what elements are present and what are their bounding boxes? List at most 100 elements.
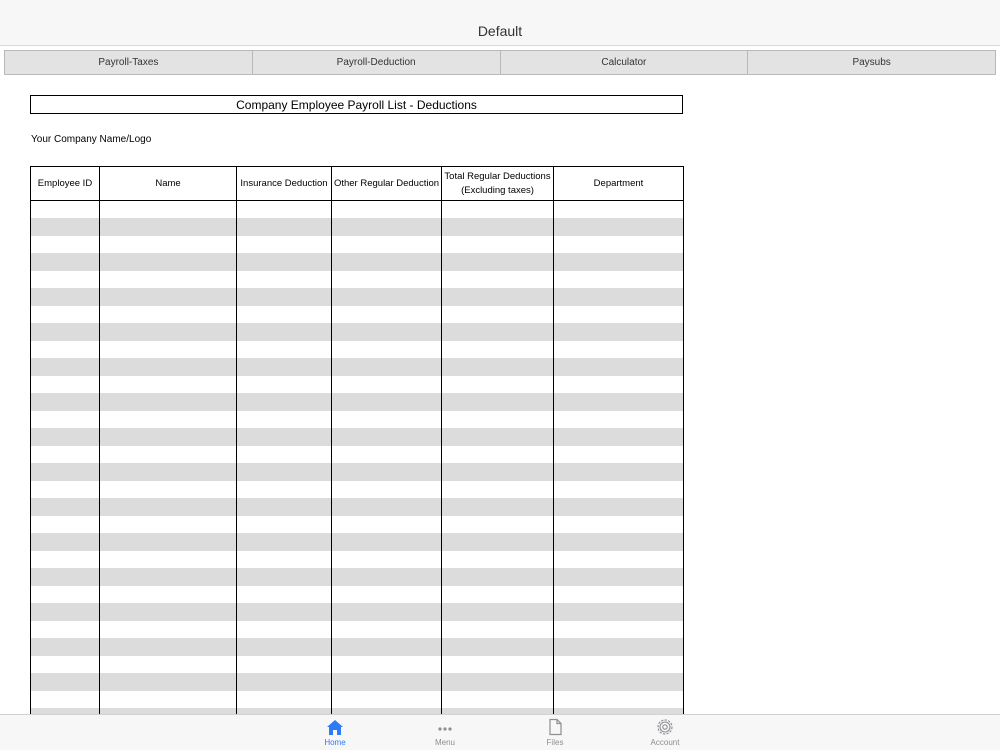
table-cell[interactable] [553,340,684,358]
table-cell[interactable] [331,655,442,673]
table-cell[interactable] [30,375,100,393]
table-cell[interactable] [99,375,237,393]
table-cell[interactable] [30,270,100,288]
table-cell[interactable] [331,428,442,446]
table-cell[interactable] [441,235,554,253]
table-cell[interactable] [553,445,684,463]
table-cell[interactable] [553,218,684,236]
table-cell[interactable] [553,463,684,481]
table-cell[interactable] [236,393,332,411]
table-cell[interactable] [236,235,332,253]
table-cell[interactable] [99,323,237,341]
table-cell[interactable] [441,305,554,323]
table-cell[interactable] [30,585,100,603]
table-cell[interactable] [30,690,100,708]
table-cell[interactable] [236,498,332,516]
table-cell[interactable] [441,655,554,673]
table-cell[interactable] [30,463,100,481]
table-cell[interactable] [331,568,442,586]
table-cell[interactable] [236,445,332,463]
table-cell[interactable] [553,480,684,498]
table-cell[interactable] [441,445,554,463]
table-cell[interactable] [99,218,237,236]
table-cell[interactable] [441,340,554,358]
tab-payroll-taxes[interactable]: Payroll-Taxes [4,50,253,75]
table-cell[interactable] [236,288,332,306]
table-cell[interactable] [553,253,684,271]
table-cell[interactable] [553,568,684,586]
table-cell[interactable] [331,305,442,323]
table-cell[interactable] [441,568,554,586]
column-header-other-regular-deduction[interactable]: Other Regular Deduction [331,166,442,201]
table-cell[interactable] [30,655,100,673]
table-cell[interactable] [99,568,237,586]
table-cell[interactable] [236,218,332,236]
table-cell[interactable] [331,410,442,428]
table-cell[interactable] [30,550,100,568]
table-cell[interactable] [331,270,442,288]
table-cell[interactable] [331,445,442,463]
table-cell[interactable] [331,218,442,236]
company-name-label[interactable]: Your Company Name/Logo [31,134,151,145]
table-cell[interactable] [331,463,442,481]
table-cell[interactable] [30,305,100,323]
table-cell[interactable] [99,585,237,603]
table-cell[interactable] [441,463,554,481]
table-cell[interactable] [553,305,684,323]
table-cell[interactable] [553,200,684,218]
table-cell[interactable] [30,218,100,236]
table-cell[interactable] [441,200,554,218]
table-cell[interactable] [99,200,237,218]
table-cell[interactable] [236,270,332,288]
table-cell[interactable] [441,253,554,271]
table-cell[interactable] [99,463,237,481]
table-cell[interactable] [553,498,684,516]
table-cell[interactable] [236,340,332,358]
table-cell[interactable] [441,673,554,691]
table-cell[interactable] [441,358,554,376]
table-cell[interactable] [553,393,684,411]
table-cell[interactable] [30,673,100,691]
tab-calculator[interactable]: Calculator [499,50,749,75]
table-cell[interactable] [441,603,554,621]
table-cell[interactable] [441,270,554,288]
table-cell[interactable] [441,533,554,551]
table-cell[interactable] [236,305,332,323]
table-cell[interactable] [553,288,684,306]
table-cell[interactable] [30,340,100,358]
table-cell[interactable] [331,340,442,358]
table-cell[interactable] [331,288,442,306]
table-cell[interactable] [441,515,554,533]
table-cell[interactable] [30,480,100,498]
table-cell[interactable] [30,568,100,586]
table-cell[interactable] [99,690,237,708]
table-cell[interactable] [30,603,100,621]
column-header-total-regular-deductions[interactable]: Total Regular Deductions (Excluding taxe… [441,166,554,201]
table-cell[interactable] [331,498,442,516]
table-cell[interactable] [331,393,442,411]
table-cell[interactable] [331,690,442,708]
table-cell[interactable] [30,515,100,533]
table-cell[interactable] [553,690,684,708]
table-cell[interactable] [553,585,684,603]
table-cell[interactable] [30,253,100,271]
table-cell[interactable] [99,638,237,656]
table-cell[interactable] [236,253,332,271]
table-cell[interactable] [99,603,237,621]
table-cell[interactable] [30,235,100,253]
table-cell[interactable] [553,358,684,376]
table-cell[interactable] [331,533,442,551]
table-cell[interactable] [30,393,100,411]
table-cell[interactable] [99,253,237,271]
table-cell[interactable] [99,305,237,323]
table-cell[interactable] [553,550,684,568]
column-header-name[interactable]: Name [99,166,237,201]
table-cell[interactable] [553,235,684,253]
table-cell[interactable] [553,410,684,428]
table-cell[interactable] [236,638,332,656]
table-cell[interactable] [236,690,332,708]
table-cell[interactable] [331,235,442,253]
table-cell[interactable] [236,568,332,586]
table-cell[interactable] [99,410,237,428]
table-cell[interactable] [331,638,442,656]
